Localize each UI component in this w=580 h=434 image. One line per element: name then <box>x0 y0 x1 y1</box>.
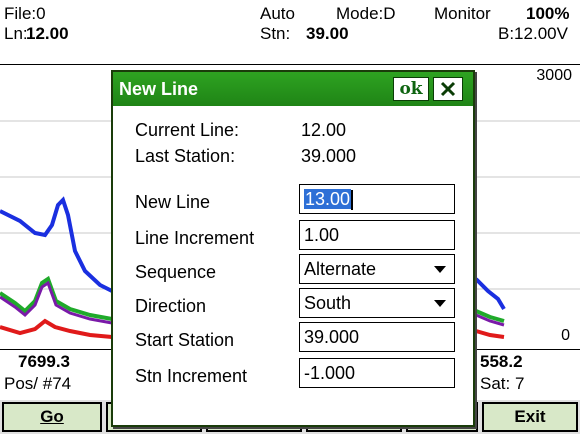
line-increment-label: Line Increment <box>135 228 255 248</box>
status-header: File:0 Auto Mode:D Monitor 100% Ln: 12.0… <box>0 0 580 64</box>
blue-trace <box>0 196 113 293</box>
red-trace <box>0 318 113 339</box>
new-line-value: 13.00 <box>304 189 352 209</box>
start-station-label: Start Station <box>135 330 235 350</box>
blue-trace-right <box>474 277 506 311</box>
battery-voltage: B:12.00V <box>498 24 568 43</box>
line-increment-input[interactable]: 1.00 <box>299 220 455 250</box>
stn-increment-input[interactable]: -1.000 <box>299 358 455 388</box>
sequence-select[interactable]: Alternate <box>299 254 455 284</box>
sequence-label: Sequence <box>135 262 217 282</box>
station-value: 39.00 <box>306 24 349 43</box>
sequence-value: Alternate <box>304 259 377 279</box>
satellite-count: Sat: 7 <box>480 374 525 393</box>
exit-button-label: Exit <box>514 407 546 426</box>
monitor-indicator: Monitor <box>434 4 491 23</box>
exit-button[interactable]: Exit <box>482 402 578 432</box>
close-button[interactable] <box>433 77 463 101</box>
go-button[interactable]: Go <box>2 402 102 432</box>
start-station-input[interactable]: 39.000 <box>299 322 455 352</box>
red-trace-right <box>475 329 505 339</box>
line-increment-value: 1.00 <box>304 225 340 245</box>
line-value: 12.00 <box>26 24 69 43</box>
right-reading-value: 558.2 <box>480 352 523 371</box>
new-line-input[interactable]: 13.00 <box>299 184 455 214</box>
chevron-down-icon <box>434 300 446 307</box>
station-label: Stn: <box>260 24 291 43</box>
go-button-label: Go <box>40 407 64 426</box>
text-cursor <box>351 190 354 211</box>
y-axis-min-label: 0 <box>561 327 570 344</box>
current-line-value: 12.00 <box>301 120 347 140</box>
battery-percent: 100% <box>526 4 570 23</box>
line-label: Ln: <box>4 24 28 43</box>
auto-mode-indicator: Auto <box>260 4 295 23</box>
left-reading-value: 7699.3 <box>18 352 70 371</box>
stn-increment-value: -1.000 <box>304 363 356 383</box>
dialog-titlebar: New Line ok <box>113 72 473 106</box>
file-indicator: File:0 <box>4 4 46 23</box>
direction-value: South <box>304 293 352 313</box>
last-station-label: Last Station: <box>135 146 236 166</box>
new-line-dialog: New Line ok Current Line: 12.00 Last Sta… <box>111 70 475 427</box>
direction-label: Direction <box>135 296 207 316</box>
close-icon <box>440 81 456 97</box>
direction-select[interactable]: South <box>299 288 455 318</box>
y-axis-max-label: 3000 <box>536 67 572 84</box>
start-station-value: 39.000 <box>304 327 360 347</box>
ok-button[interactable]: ok <box>393 77 429 101</box>
green-trace <box>0 275 113 321</box>
stn-increment-label: Stn Increment <box>135 366 248 386</box>
survey-screen: File:0 Auto Mode:D Monitor 100% Ln: 12.0… <box>0 0 580 434</box>
new-line-label: New Line <box>135 192 211 212</box>
chevron-down-icon <box>434 266 446 273</box>
last-station-value: 39.000 <box>301 146 357 166</box>
dialog-title: New Line <box>119 79 199 99</box>
current-line-label: Current Line: <box>135 120 240 140</box>
position-indicator: Pos/ #74 <box>4 374 72 393</box>
mode-indicator: Mode:D <box>336 4 396 23</box>
